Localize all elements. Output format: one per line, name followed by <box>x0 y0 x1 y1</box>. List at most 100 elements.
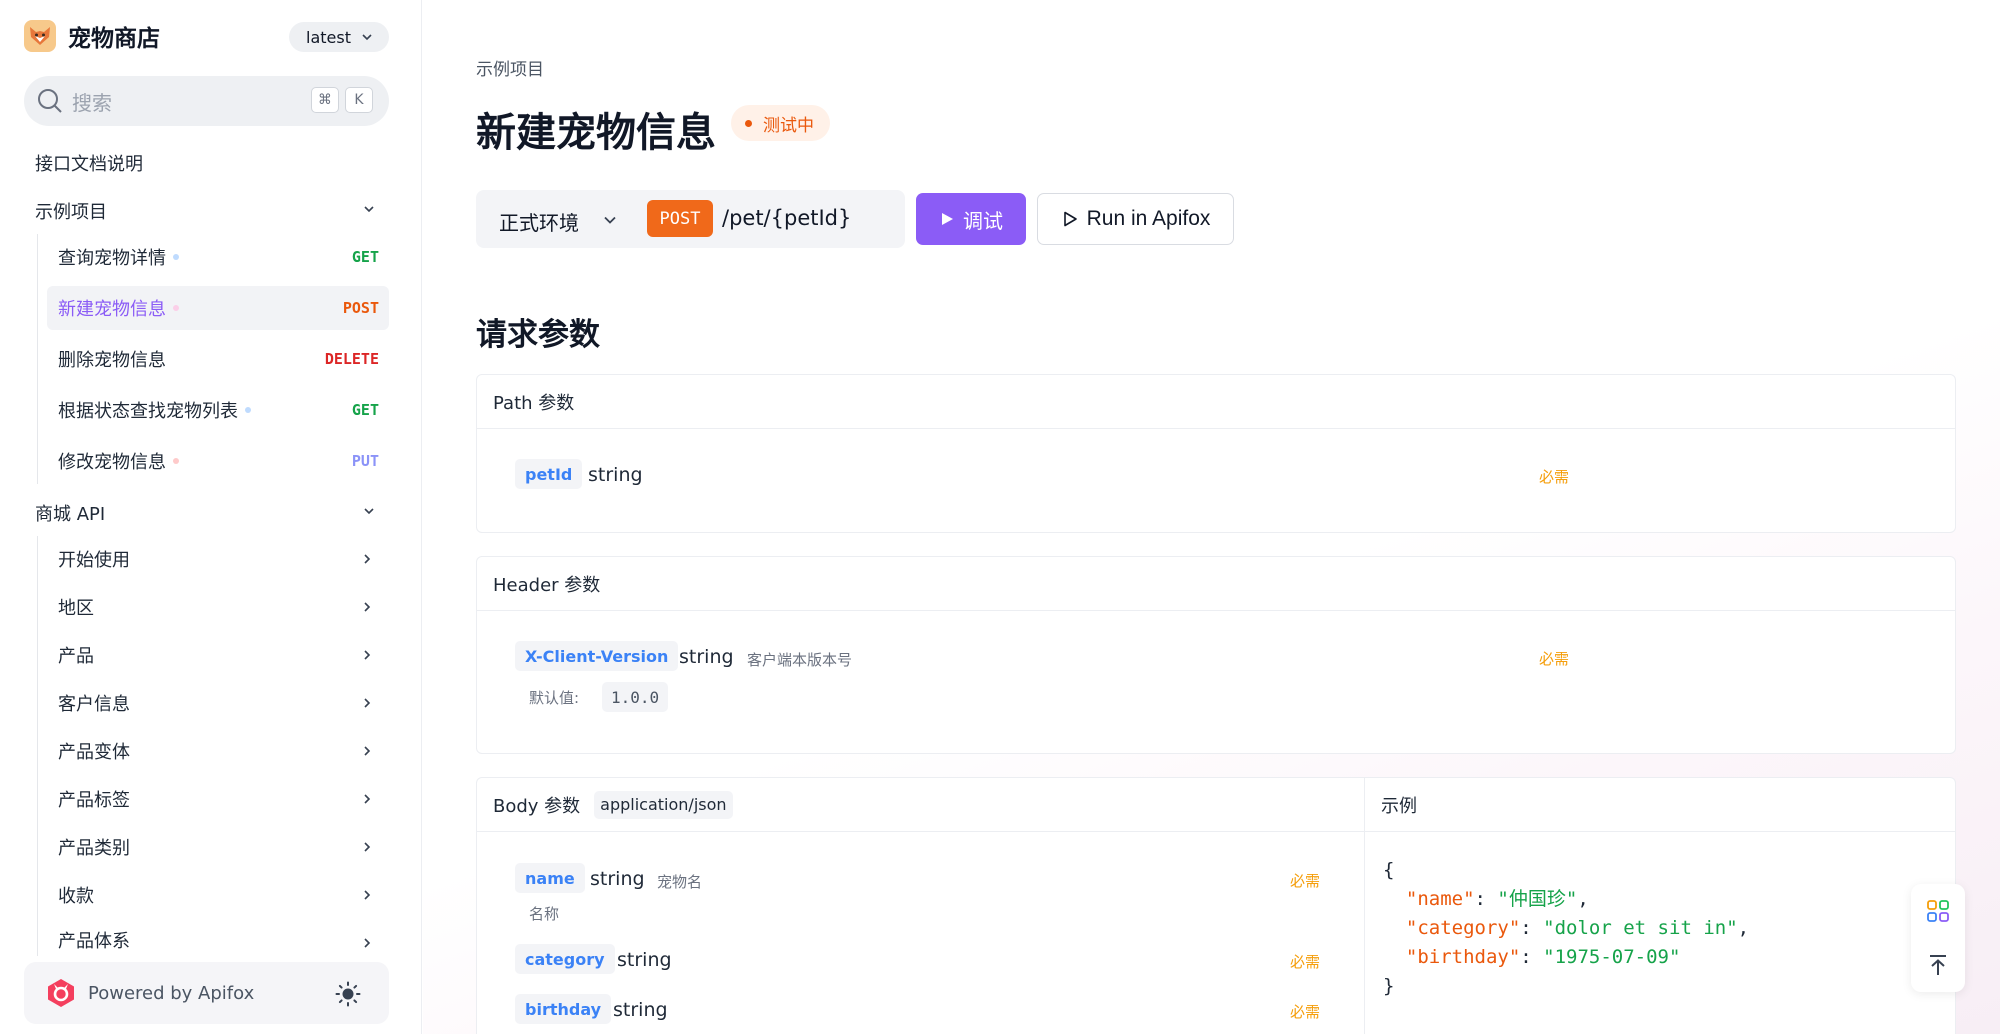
nav-doc-link[interactable]: 接口文档说明 <box>35 150 143 176</box>
code-brace: } <box>1383 975 1395 997</box>
path-params-card: Path 参数 petId string 必需 <box>476 374 1956 533</box>
method-tag: PUT <box>351 452 379 470</box>
debug-button-label: 调试 <box>963 210 1003 233</box>
sidebar-item-label: 产品类别 <box>58 838 130 859</box>
fox-logo-icon <box>24 20 56 52</box>
sidebar-item-product-variant[interactable]: 产品变体 <box>47 733 389 769</box>
search-icon <box>38 89 62 113</box>
nav-group-shop-api[interactable]: 商城 API <box>35 500 389 526</box>
sidebar-item-product-tag[interactable]: 产品标签 <box>47 781 389 817</box>
code-value: "仲国珍" <box>1497 888 1578 910</box>
apifox-logo-icon <box>48 979 74 1007</box>
scroll-top-button[interactable] <box>1911 938 1965 992</box>
status-badge: 测试中 <box>731 105 830 141</box>
chevron-down-icon <box>364 508 374 515</box>
chevron-right-icon <box>364 842 371 852</box>
code-key: "birthday" <box>1405 946 1521 968</box>
param-name-petid[interactable]: petId <box>515 459 583 489</box>
shortcut-cmd-key: ⌘ <box>311 87 339 113</box>
sidebar-item-update-pet[interactable]: 修改宠物信息 PUT <box>47 439 389 483</box>
sidebar-item-label: 查询宠物详情 <box>58 248 166 269</box>
sun-icon <box>335 981 361 1007</box>
param-name-birthday[interactable]: birthday <box>515 994 612 1024</box>
param-name-client-version[interactable]: X-Client-Version <box>515 641 679 671</box>
chevron-right-icon <box>364 938 371 948</box>
method-badge: POST <box>647 200 713 237</box>
sidebar-item-region[interactable]: 地区 <box>47 589 389 625</box>
tree-guide-line <box>37 234 38 484</box>
nav-group-example-project[interactable]: 示例项目 <box>35 198 389 224</box>
sidebar-item-customer[interactable]: 客户信息 <box>47 685 389 721</box>
play-icon <box>942 213 953 225</box>
breadcrumb[interactable]: 示例项目 <box>476 55 544 80</box>
sidebar-item-getting-started[interactable]: 开始使用 <box>47 541 389 577</box>
apps-button[interactable] <box>1911 884 1965 938</box>
card-header: Header 参数 <box>477 557 1955 611</box>
environment-select[interactable]: 正式环境 <box>499 207 579 236</box>
section-title-request-params: 请求参数 <box>476 317 600 353</box>
example-code-block[interactable]: { "name": "仲国珍", "category": "dolor et s… <box>1383 856 1749 1001</box>
search-placeholder: 搜索 <box>72 90 112 115</box>
param-name-name[interactable]: name <box>515 863 585 893</box>
powered-by-footer[interactable]: Powered by Apifox <box>24 962 389 1024</box>
status-dot <box>173 254 179 260</box>
sidebar-item-payment[interactable]: 收款 <box>47 877 389 913</box>
code-punct: , <box>1737 917 1750 939</box>
status-dot <box>745 119 752 127</box>
search-input[interactable]: 搜索 ⌘ K <box>24 76 389 126</box>
content-type-badge: application/json <box>594 790 733 819</box>
chevron-right-icon <box>364 650 371 660</box>
sidebar-item-label: 产品变体 <box>58 742 130 763</box>
sidebar: 宠物商店 latest 搜索 ⌘ K 接口文档说明 示例项目 查询宠物详情 GE… <box>0 0 422 1034</box>
param-description: 宠物名 <box>657 873 703 891</box>
chevron-right-icon <box>364 746 371 756</box>
play-outline-icon <box>1063 211 1077 227</box>
param-type: string <box>679 646 734 668</box>
debug-button[interactable]: 调试 <box>916 193 1026 245</box>
page-title: 新建宠物信息 <box>476 110 716 156</box>
sidebar-item-label: 修改宠物信息 <box>58 452 166 473</box>
sidebar-item-label: 产品标签 <box>58 790 130 811</box>
sidebar-item-product-category[interactable]: 产品类别 <box>47 829 389 865</box>
sidebar-item-product[interactable]: 产品 <box>47 637 389 673</box>
code-punct: , <box>1577 888 1589 910</box>
nav-group-label: 商城 API <box>35 504 106 525</box>
sidebar-item-product-system[interactable]: 产品体系 <box>47 925 389 955</box>
sidebar-item-find-by-status[interactable]: 根据状态查找宠物列表 GET <box>47 388 389 432</box>
code-key: "name" <box>1405 888 1475 910</box>
method-tag: GET <box>351 248 379 266</box>
floating-toolbar <box>1911 884 1965 992</box>
required-badge: 必需 <box>1290 953 1321 971</box>
run-button-label: Run in Apifox <box>1086 207 1211 230</box>
method-tag: POST <box>342 299 379 317</box>
run-in-apifox-button[interactable]: Run in Apifox <box>1037 193 1234 245</box>
powered-by-label: Powered by Apifox <box>88 982 255 1004</box>
status-dot <box>173 458 179 464</box>
sidebar-item-get-pet[interactable]: 查询宠物详情 GET <box>47 235 389 279</box>
brand[interactable]: 宠物商店 <box>24 20 160 52</box>
shortcut-k-key: K <box>345 87 373 113</box>
param-type: string <box>617 949 672 971</box>
sidebar-item-label: 产品 <box>58 646 94 667</box>
sidebar-item-label: 产品体系 <box>58 931 130 952</box>
status-dot <box>245 407 251 413</box>
version-select[interactable]: latest <box>289 22 389 52</box>
default-label: 默认值: <box>529 689 580 707</box>
theme-toggle[interactable] <box>335 981 361 1011</box>
param-type: string <box>588 464 643 486</box>
chevron-down-icon[interactable] <box>600 210 620 230</box>
card-header: Body 参数 application/json <box>477 778 1364 832</box>
required-badge: 必需 <box>1290 1003 1321 1021</box>
card-header: Path 参数 <box>477 375 1955 429</box>
sidebar-item-label: 收款 <box>58 886 94 907</box>
required-badge: 必需 <box>1539 468 1570 486</box>
sidebar-item-create-pet[interactable]: 新建宠物信息 POST <box>47 286 389 330</box>
sidebar-item-delete-pet[interactable]: 删除宠物信息 DELETE <box>47 337 389 381</box>
request-path: /pet/{petId} <box>722 206 852 230</box>
sidebar-item-label: 开始使用 <box>58 550 130 571</box>
body-params-title: Body 参数 <box>493 795 581 817</box>
status-dot <box>173 305 179 311</box>
param-name-category[interactable]: category <box>515 944 615 974</box>
tree-guide-line <box>37 536 38 956</box>
status-label: 测试中 <box>763 115 814 136</box>
